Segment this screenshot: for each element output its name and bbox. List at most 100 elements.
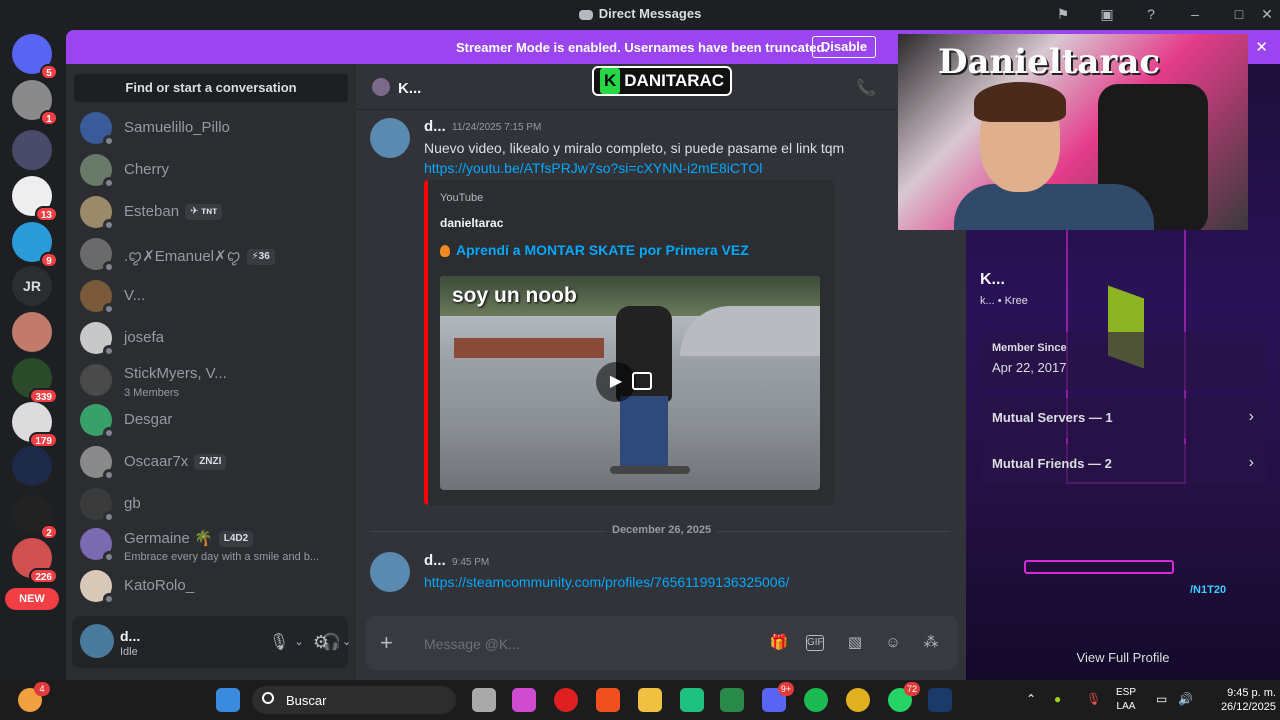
maximize-button[interactable]: □ xyxy=(1228,4,1250,24)
message-author[interactable]: d... xyxy=(424,118,446,135)
embed-title[interactable]: Aprendí a MONTAR SKATE por Primera VEZ xyxy=(456,242,749,258)
volume-icon[interactable]: 🔊 xyxy=(1178,692,1193,706)
brave-icon[interactable] xyxy=(596,688,620,712)
embed-provider[interactable]: YouTube xyxy=(440,192,483,204)
language-indicator[interactable]: ESP LAA xyxy=(1116,686,1136,714)
dm-item[interactable]: Esteban ✈ ᴛɴᴛ xyxy=(80,194,350,231)
chrome-icon[interactable] xyxy=(846,688,870,712)
dm-item[interactable]: Cherry xyxy=(80,152,350,189)
dm-item[interactable]: .ꨄ✗Emanuel✗ꨄ ⚡36 xyxy=(80,236,350,273)
dm-item[interactable]: Germaine 🌴 L4D2 Embrace every day with a … xyxy=(80,526,350,563)
dm-sidebar: Find or start a conversation Samuelillo_… xyxy=(66,64,356,680)
gift-icon[interactable]: 🎁 xyxy=(768,632,790,654)
dm-item[interactable]: Samuelillo_Pillo xyxy=(80,110,350,147)
embed-author[interactable]: danieltarac xyxy=(440,216,503,230)
taskbar-search[interactable]: Buscar xyxy=(252,686,456,714)
settings-gear-icon[interactable]: ⚙ xyxy=(310,632,332,653)
add-attachment-icon[interactable]: + xyxy=(380,630,393,656)
tray-chevron-icon[interactable]: ⌃ xyxy=(1026,692,1036,706)
disable-button[interactable]: Disable xyxy=(812,36,876,58)
banner-close-icon[interactable]: ✕ xyxy=(1255,38,1268,56)
open-external-icon[interactable] xyxy=(632,372,652,390)
screen-icon[interactable]: ▣ xyxy=(1096,4,1118,24)
server-icon[interactable]: 1 xyxy=(12,80,58,126)
avatar xyxy=(80,570,115,605)
channel-logo: K DANITARAC xyxy=(592,66,733,96)
server-badge: 9 xyxy=(40,252,58,268)
guild-tag: ✈ ᴛɴᴛ xyxy=(185,204,223,221)
discord-taskbar-icon[interactable]: 9+ xyxy=(762,682,794,712)
inbox-flag-icon[interactable]: ⚑ xyxy=(1052,4,1074,24)
server-icon[interactable]: 179 xyxy=(12,402,58,448)
dm-name: Germaine 🌴 xyxy=(124,530,213,547)
server-icon[interactable] xyxy=(12,130,52,170)
message-author[interactable]: d... xyxy=(424,552,446,569)
clock[interactable]: 9:45 p. m. 26/12/2025 xyxy=(1202,686,1276,714)
steam-icon[interactable] xyxy=(928,688,952,712)
gif-icon[interactable]: GIF xyxy=(806,635,824,651)
emoji-icon[interactable]: ☺ xyxy=(882,632,904,654)
embed-title-row[interactable]: Aprendí a MONTAR SKATE por Primera VEZ xyxy=(440,242,749,258)
taskbar: 4 Buscar 9+ 72 ⌃ ● 🎙 ESP LAA ▭ 🔊 9:45 p. … xyxy=(0,680,1280,720)
server-label: JR xyxy=(23,278,41,294)
weather-icon[interactable]: 4 xyxy=(18,682,50,712)
play-icon[interactable]: ▶ xyxy=(596,362,636,402)
dm-item[interactable]: StickMyers, V... 3 Members xyxy=(80,362,350,399)
dm-item[interactable]: gb xyxy=(80,486,350,523)
date-divider-text: December 26, 2025 xyxy=(606,524,718,536)
tray-app-icon[interactable]: ● xyxy=(1054,692,1061,706)
task-view-icon[interactable] xyxy=(472,688,496,712)
copilot-icon[interactable] xyxy=(512,688,536,712)
message-avatar[interactable] xyxy=(370,552,410,592)
mutual-servers-row[interactable]: Mutual Servers — 1 › xyxy=(980,398,1266,438)
home-button[interactable]: 5 xyxy=(12,34,58,80)
whatsapp-icon[interactable]: 72 xyxy=(888,682,920,712)
mic-options-chevron-icon[interactable]: ⌄ xyxy=(288,635,310,648)
dm-item[interactable]: KatoRolo_ xyxy=(80,568,350,605)
view-full-profile-link[interactable]: View Full Profile xyxy=(966,650,1280,665)
network-icon[interactable]: ▭ xyxy=(1156,692,1167,706)
file-explorer-icon[interactable] xyxy=(638,688,662,712)
tray-mic-icon[interactable]: 🎙 xyxy=(1086,692,1101,706)
close-window-button[interactable]: ✕ xyxy=(1256,4,1278,24)
start-icon[interactable] xyxy=(216,688,240,712)
opera-icon[interactable] xyxy=(554,688,578,712)
message-avatar[interactable] xyxy=(370,118,410,158)
mutual-friends-row[interactable]: Mutual Friends — 2 › xyxy=(980,444,1266,484)
headphone-options-chevron-icon[interactable]: ⌄ xyxy=(342,635,351,648)
voice-call-icon[interactable]: 📞 xyxy=(856,78,876,98)
server-icon[interactable] xyxy=(12,446,52,486)
message-input[interactable] xyxy=(424,633,744,655)
message-link[interactable]: https://steamcommunity.com/profiles/7656… xyxy=(424,574,789,590)
user-avatar[interactable] xyxy=(80,624,114,658)
sticker-icon[interactable]: ▧ xyxy=(844,632,866,654)
dm-item[interactable]: Desgar xyxy=(80,402,350,439)
app-icon[interactable] xyxy=(680,688,704,712)
server-badge: 226 xyxy=(29,568,58,584)
dm-item[interactable]: Oscaar7x ZNZI xyxy=(80,444,350,481)
find-conversation-button[interactable]: Find or start a conversation xyxy=(74,74,348,102)
server-icon[interactable]: 2 xyxy=(12,494,58,540)
new-badge[interactable]: NEW xyxy=(5,588,59,610)
message-link[interactable]: https://youtu.be/ATfsPRJw7so?si=cXYNN-i2… xyxy=(424,160,762,176)
server-icon[interactable] xyxy=(12,312,52,352)
microphone-icon[interactable]: 🎙 xyxy=(268,632,290,652)
mutual-servers-label: Mutual Servers — 1 xyxy=(992,410,1113,425)
thumbnail-skateboard xyxy=(610,466,690,474)
server-icon[interactable]: 339 xyxy=(12,358,58,404)
guild-tag: ZNZI xyxy=(194,454,227,471)
spotify-icon[interactable] xyxy=(804,688,828,712)
taskbar-badge: 9+ xyxy=(778,682,794,696)
video-thumbnail[interactable]: soy un noob ▶ xyxy=(440,276,820,490)
server-icon[interactable]: 9 xyxy=(12,222,58,268)
help-icon[interactable]: ? xyxy=(1140,4,1162,24)
apps-icon[interactable]: ⁂ xyxy=(920,632,942,654)
dm-item[interactable]: josefa xyxy=(80,320,350,357)
server-icon[interactable]: 226 xyxy=(12,538,58,584)
server-icon-jr[interactable]: JR xyxy=(12,266,52,306)
server-icon[interactable]: 13 xyxy=(12,176,58,222)
header-avatar xyxy=(372,78,390,96)
minimize-button[interactable]: – xyxy=(1184,4,1206,24)
dm-item[interactable]: V... xyxy=(80,278,350,315)
app-icon[interactable] xyxy=(720,688,744,712)
